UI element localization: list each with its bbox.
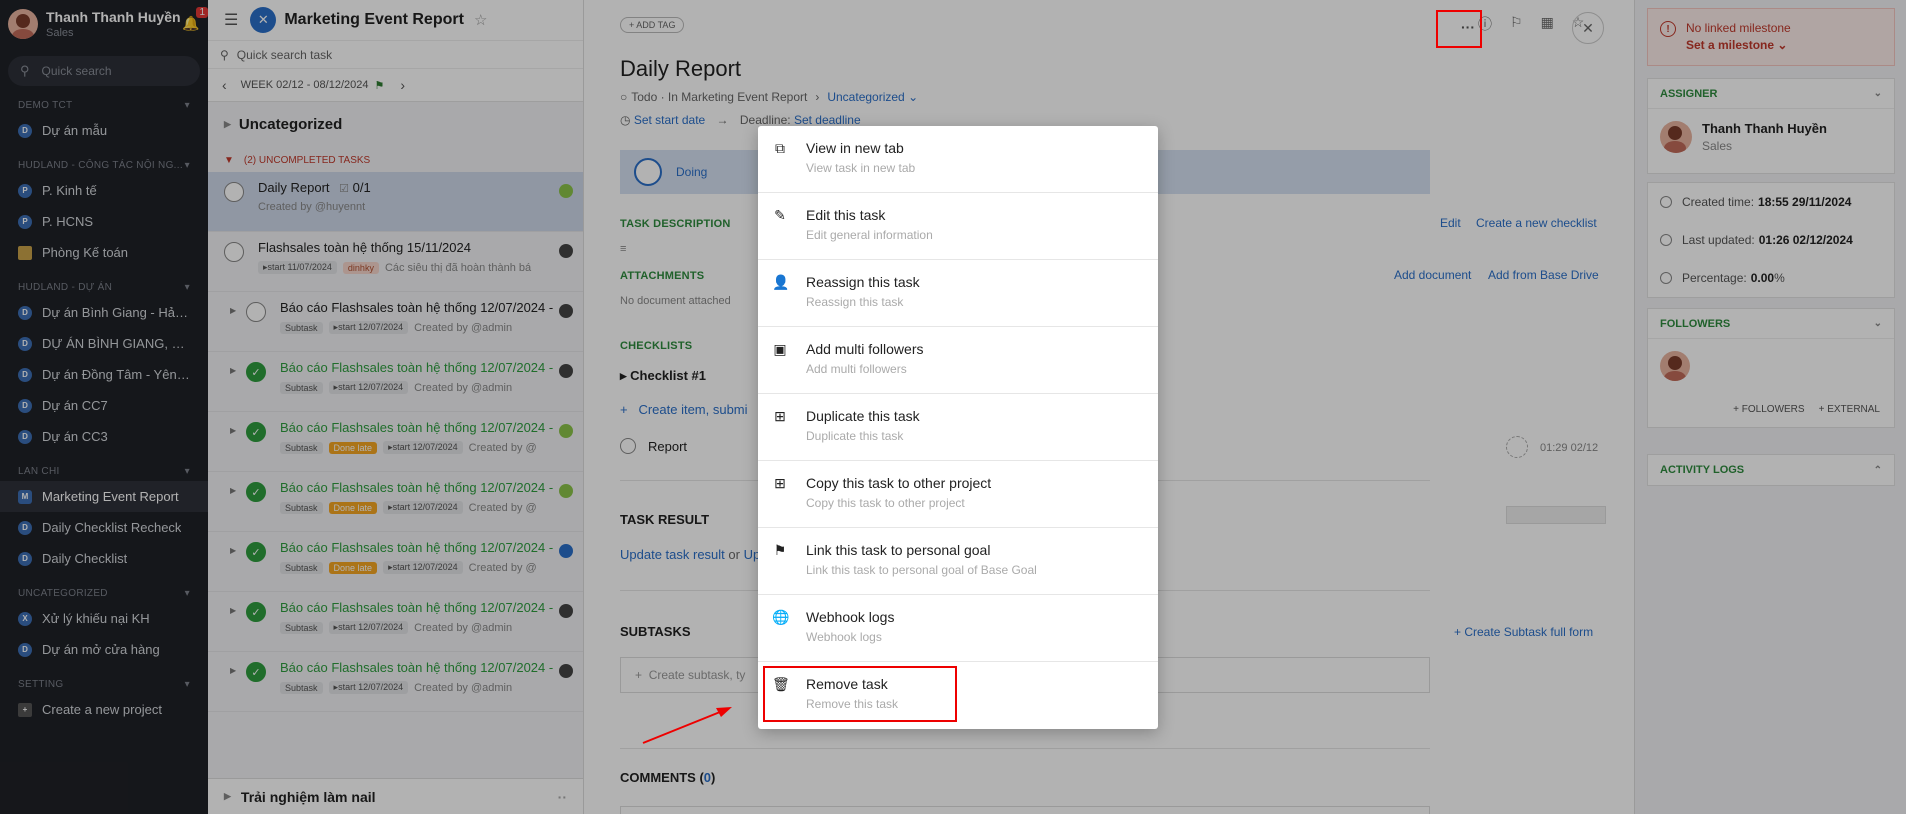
menu-item-description: Link this task to personal goal of Base … — [806, 563, 1037, 577]
menu-item-description: Remove this task — [806, 697, 899, 711]
trash-icon: 🗑 — [772, 676, 790, 692]
menu-item[interactable]: ⧉ View in new tab View task in new tab — [758, 126, 1158, 193]
menu-item[interactable]: 🗑 Remove task Remove this task — [758, 662, 1158, 729]
menu-item-label: Webhook logs — [806, 609, 895, 625]
task-options-menu: ⧉ View in new tab View task in new tab ✎ … — [758, 126, 1158, 729]
menu-item-description: Duplicate this task — [806, 429, 904, 443]
menu-item[interactable]: ⚑ Link this task to personal goal Link t… — [758, 528, 1158, 595]
menu-item-label: View in new tab — [806, 140, 904, 156]
menu-item-label: Remove task — [806, 676, 888, 692]
menu-item-label: Reassign this task — [806, 274, 920, 290]
menu-item-label: Link this task to personal goal — [806, 542, 991, 558]
menu-item-description: Webhook logs — [806, 630, 882, 644]
menu-item[interactable]: ⊞ Copy this task to other project Copy t… — [758, 461, 1158, 528]
plus-square-icon: ⊞ — [774, 475, 786, 491]
arrow-annotation — [642, 707, 732, 744]
app: Thanh Thanh Huyền Sales 🔔 1 ⚲ Quick search… — [0, 0, 1906, 814]
menu-item[interactable]: ▣ Add multi followers Add multi follower… — [758, 327, 1158, 394]
menu-item[interactable]: ⊞ Duplicate this task Duplicate this tas… — [758, 394, 1158, 461]
person-icon: 👤 — [772, 274, 790, 290]
menu-item-label: Edit this task — [806, 207, 886, 223]
external-link-icon: ⧉ — [775, 140, 785, 156]
menu-item[interactable]: 👤 Reassign this task Reassign this task — [758, 260, 1158, 327]
globe-icon: 🌐 — [772, 609, 790, 625]
menu-item-label: Duplicate this task — [806, 408, 920, 424]
menu-item[interactable]: 🌐 Webhook logs Webhook logs — [758, 595, 1158, 662]
menu-item-description: View task in new tab — [806, 161, 916, 175]
menu-item-description: Edit general information — [806, 228, 933, 242]
menu-item-description: Add multi followers — [806, 362, 907, 376]
menu-item-label: Add multi followers — [806, 341, 924, 357]
menu-item-label: Copy this task to other project — [806, 475, 992, 491]
menu-item-description: Reassign this task — [806, 295, 904, 309]
contacts-icon: ▣ — [773, 341, 787, 357]
menu-item-description: Copy this task to other project — [806, 496, 965, 510]
menu-item[interactable]: ✎ Edit this task Edit general informatio… — [758, 193, 1158, 260]
pencil-icon: ✎ — [774, 207, 786, 223]
flag-icon: ⚑ — [773, 542, 787, 558]
plus-square-icon: ⊞ — [774, 408, 786, 424]
